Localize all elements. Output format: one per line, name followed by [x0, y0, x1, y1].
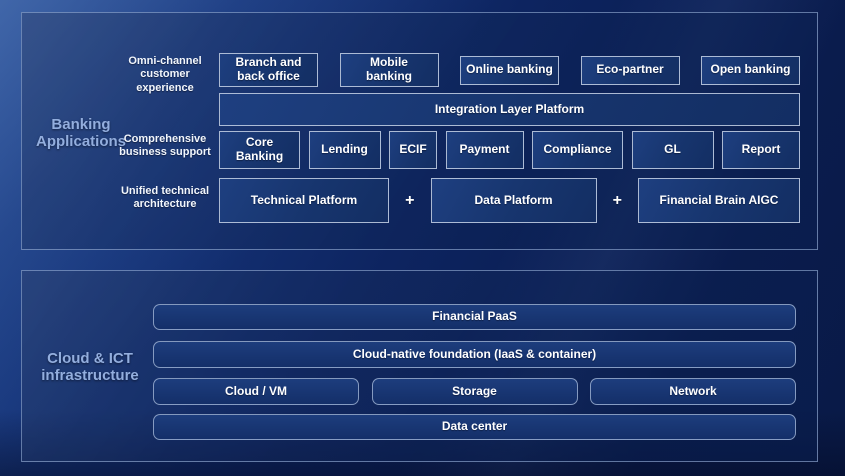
label-comprehensive-business-support: Comprehensive business support — [110, 133, 220, 160]
box-financial-brain-aigc: Financial Brain AIGC — [638, 178, 800, 223]
cloud-ict-infrastructure-panel: Cloud & ICT infrastructure Financial Paa… — [21, 270, 818, 462]
box-gl: GL — [632, 131, 714, 169]
business-boxes-row: Core Banking Lending ECIF Payment Compli… — [219, 131, 800, 169]
banking-applications-panel: Banking Applications Omni-channel custom… — [21, 12, 818, 250]
box-data-center: Data center — [153, 414, 796, 440]
box-data-platform: Data Platform — [431, 178, 597, 223]
banking-architecture-diagram: Banking Applications Omni-channel custom… — [0, 0, 845, 476]
cloud-native-foundation-row: Cloud-native foundation (IaaS & containe… — [153, 341, 796, 368]
box-payment: Payment — [446, 131, 524, 169]
box-compliance: Compliance — [532, 131, 623, 169]
channel-boxes-row: Branch and back office Mobile banking On… — [219, 53, 800, 87]
box-financial-paas: Financial PaaS — [153, 304, 796, 330]
box-core-banking: Core Banking — [219, 131, 300, 169]
box-open-banking: Open banking — [701, 56, 800, 85]
box-technical-platform: Technical Platform — [219, 178, 389, 223]
box-branch-and-back-office: Branch and back office — [219, 53, 318, 87]
financial-paas-row: Financial PaaS — [153, 304, 796, 330]
box-storage: Storage — [372, 378, 578, 405]
cloud-ict-infrastructure-title: Cloud & ICT infrastructure — [34, 351, 146, 385]
box-lending: Lending — [309, 131, 381, 169]
plus-separator: + — [597, 178, 639, 223]
box-ecif: ECIF — [389, 131, 437, 169]
plus-separator: + — [389, 178, 431, 223]
integration-row: Integration Layer Platform — [219, 93, 800, 126]
box-network: Network — [590, 378, 796, 405]
box-mobile-banking: Mobile banking — [340, 53, 439, 87]
box-eco-partner: Eco-partner — [581, 56, 680, 85]
data-center-row: Data center — [153, 414, 796, 440]
box-cloud-vm: Cloud / VM — [153, 378, 359, 405]
architecture-boxes-row: Technical Platform + Data Platform + Fin… — [219, 178, 800, 223]
label-unified-technical-architecture: Unified technical architecture — [110, 185, 220, 212]
resources-row: Cloud / VM Storage Network — [153, 378, 796, 405]
box-report: Report — [722, 131, 800, 169]
box-online-banking: Online banking — [460, 56, 559, 85]
box-cloud-native-foundation: Cloud-native foundation (IaaS & containe… — [153, 341, 796, 368]
box-integration-layer-platform: Integration Layer Platform — [219, 93, 800, 126]
label-omni-channel-customer-experience: Omni-channel customer experience — [110, 55, 220, 95]
